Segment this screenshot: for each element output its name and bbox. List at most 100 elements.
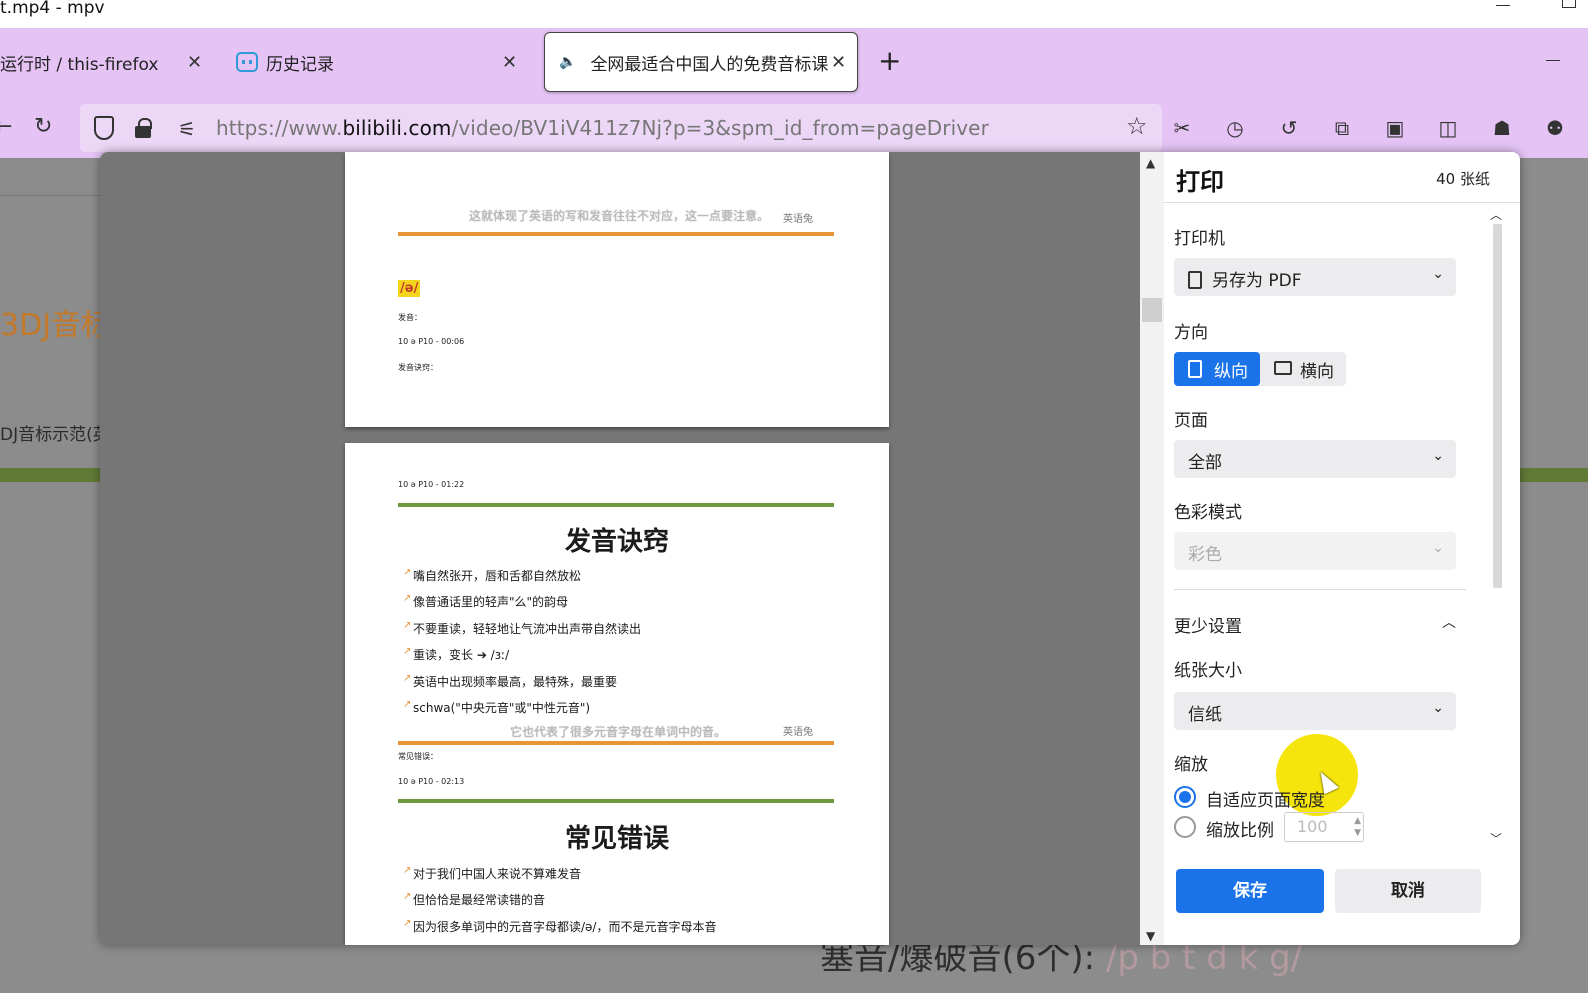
pages-select[interactable]: 全部 ⌄ xyxy=(1174,440,1456,478)
page-orange-rule xyxy=(398,232,834,236)
preview-scrollbar[interactable]: ▲ ▼ xyxy=(1140,152,1164,945)
page-schwa: /ə/ xyxy=(398,280,421,297)
chevron-down-icon: ⌄ xyxy=(1432,700,1444,716)
minimize-button[interactable] xyxy=(1496,0,1510,6)
tab-close-icon[interactable]: ✕ xyxy=(831,52,846,73)
portrait-icon xyxy=(1188,360,1202,378)
pages-label: 页面 xyxy=(1174,411,1208,431)
paper-size-label: 纸张大小 xyxy=(1174,661,1242,681)
page-green-rule xyxy=(398,799,834,803)
window-title: t.mp4 - mpv xyxy=(0,0,105,18)
bilibili-icon xyxy=(236,52,258,72)
extensions-icon[interactable]: ⧉ xyxy=(1330,116,1354,140)
page-logo: 英语兔 xyxy=(783,727,813,738)
page-bullet: schwa("中央元音"或"中性元音") xyxy=(403,699,590,716)
page-errors-label: 常见错误： xyxy=(398,752,438,761)
page-heading: 发音诀窍 xyxy=(564,527,669,557)
tab-close-icon[interactable]: ✕ xyxy=(502,52,517,73)
color-mode-select[interactable]: 彩色 ⌄ xyxy=(1174,532,1456,570)
fit-width-radio[interactable] xyxy=(1174,786,1196,808)
fit-width-label[interactable]: 自适应页面宽度 xyxy=(1206,786,1325,811)
list-all-tabs-icon[interactable] xyxy=(1546,60,1560,61)
scale-input[interactable]: 100 ▲ ▼ xyxy=(1284,812,1364,842)
print-settings-panel: 打印 40 张纸 打印机 另存为 PDF ⌄ 方向 纵向 横向 页面 全部 ⌄ … xyxy=(1164,152,1520,945)
print-preview[interactable]: 这就体现了英语的写和发音往往不对应，这一点要注意。 英语兔 /ə/ 发音： 10… xyxy=(100,152,1140,945)
scroll-up-icon[interactable]: ▲ xyxy=(1146,156,1155,170)
page-bullet: 嘴自然张开，唇和舌都自然放松 xyxy=(403,567,581,584)
scroll-down-icon[interactable]: ▼ xyxy=(1146,929,1155,943)
printer-label: 打印机 xyxy=(1174,229,1225,249)
scale-label: 缩放 xyxy=(1174,755,1208,775)
chevron-down-icon: ⌄ xyxy=(1432,540,1444,556)
page-logo: 英语兔 xyxy=(783,214,813,225)
lock-icon[interactable] xyxy=(135,118,153,138)
tracking-protection-icon[interactable] xyxy=(94,116,114,140)
screenshot-icon[interactable]: ✂ xyxy=(1170,116,1194,140)
url-bar[interactable]: ⚟ https://www.bilibili.com/video/BV1iV41… xyxy=(80,104,1162,152)
url-text[interactable]: https://www.bilibili.com/video/BV1iV411z… xyxy=(216,116,989,140)
account-icon[interactable]: ⚉ xyxy=(1543,116,1567,140)
less-settings-toggle[interactable]: 更少设置 xyxy=(1174,612,1242,637)
reload-icon[interactable]: ↻ xyxy=(34,114,52,140)
background-heading: 3DJ音标 xyxy=(0,308,112,343)
page-subtitle: 这就体现了英语的写和发音往往不对应，这一点要注意。 xyxy=(469,209,770,223)
tab-label: 运行时 / this-firefox xyxy=(0,54,159,75)
page-heading: 常见错误 xyxy=(564,824,669,854)
scroll-up-icon[interactable]: ︿ xyxy=(1490,206,1502,223)
reader-view-icon[interactable]: ◫ xyxy=(1436,116,1460,140)
permissions-icon[interactable]: ⚟ xyxy=(178,117,196,141)
scrollbar-thumb[interactable] xyxy=(1142,298,1162,322)
settings-scroll-area[interactable]: 打印机 另存为 PDF ⌄ 方向 纵向 横向 页面 全部 ⌄ 色彩模式 彩色 ⌄… xyxy=(1164,204,1520,850)
page-subtitle: 它也代表了很多元音字母在单词中的音。 xyxy=(510,725,727,739)
settings-scrollbar[interactable]: ︿ ﹀ xyxy=(1490,204,1502,850)
tab-label: 历史记录 xyxy=(266,54,334,75)
page-bullet: 像普通话里的轻声"么"的韵母 xyxy=(403,593,568,610)
page-orange-rule xyxy=(398,741,834,745)
scroll-down-icon[interactable]: ﹀ xyxy=(1490,830,1502,847)
page-timestamp: 10 ə P10 - 01:22 xyxy=(398,480,465,489)
color-mode-label: 色彩模式 xyxy=(1174,503,1242,523)
page-bullet: 但恰恰是最经常读错的音 xyxy=(403,891,545,908)
page-bullet: 对于我们中国人来说不算难发音 xyxy=(403,865,581,882)
orientation-label: 方向 xyxy=(1174,323,1208,343)
tab-runtime[interactable]: 运行时 / this-firefox ✕ xyxy=(0,33,215,91)
chevron-down-icon: ⌄ xyxy=(1432,448,1444,464)
back-icon[interactable]: ← xyxy=(0,114,12,140)
tab-close-icon[interactable]: ✕ xyxy=(187,52,202,73)
landscape-icon xyxy=(1274,361,1292,375)
scale-ratio-label[interactable]: 缩放比例 xyxy=(1206,816,1274,841)
page-bullet: 重读，变长 ➔ /ɜː/ xyxy=(403,646,509,663)
container-icon[interactable]: ▣ xyxy=(1383,116,1407,140)
portrait-button[interactable]: 纵向 xyxy=(1174,352,1260,386)
save-button[interactable]: 保存 xyxy=(1176,869,1324,913)
scale-ratio-radio[interactable] xyxy=(1174,816,1196,838)
tab-active-video[interactable]: 🔈 全网最适合中国人的免费音标课 ✕ xyxy=(544,32,858,92)
new-tab-button[interactable]: + xyxy=(878,46,901,76)
paper-size-select[interactable]: 信纸 ⌄ xyxy=(1174,692,1456,730)
preview-page: 10 ə P10 - 01:22 发音诀窍 嘴自然张开，唇和舌都自然放松 像普通… xyxy=(345,443,889,945)
scrollbar-thumb[interactable] xyxy=(1493,224,1502,588)
speaker-icon[interactable]: 🔈 xyxy=(559,54,576,70)
orientation-toggle: 纵向 横向 xyxy=(1174,352,1346,386)
page-pronounce-label: 发音： xyxy=(398,313,422,322)
cancel-button[interactable]: 取消 xyxy=(1335,869,1481,913)
tab-history[interactable]: 历史记录 ✕ xyxy=(232,33,528,91)
printer-select[interactable]: 另存为 PDF ⌄ xyxy=(1174,258,1456,296)
page-timestamp: 10 ə P10 - 02:13 xyxy=(398,777,465,786)
page-bullet: 因为很多单词中的元音字母都读/ə/，而不是元音字母本音 xyxy=(403,918,717,935)
addon-avatar-icon[interactable]: ☗ xyxy=(1490,116,1514,140)
stepper-icon[interactable]: ▲ ▼ xyxy=(1354,815,1361,839)
landscape-button[interactable]: 横向 xyxy=(1260,352,1346,386)
background-caption: DJ音标示范(英 xyxy=(0,425,110,445)
page-bullet: 不要重读，轻轻地让气流冲出声带自然读出 xyxy=(403,620,641,637)
preview-page: 这就体现了英语的写和发音往往不对应，这一点要注意。 英语兔 /ə/ 发音： 10… xyxy=(345,152,889,427)
undo-clock-icon[interactable]: ↺ xyxy=(1277,116,1301,140)
tab-strip: 运行时 / this-firefox ✕ 历史记录 ✕ 🔈 全网最适合中国人的免… xyxy=(0,28,1588,96)
bookmark-star-icon[interactable]: ☆ xyxy=(1126,112,1148,140)
sheet-count: 40 张纸 xyxy=(1436,170,1490,188)
chevron-up-icon[interactable]: ︿ xyxy=(1442,612,1456,632)
maximize-button[interactable] xyxy=(1562,0,1576,8)
history-icon[interactable]: ◷ xyxy=(1223,116,1247,140)
print-title: 打印 xyxy=(1176,168,1224,196)
print-dialog: 这就体现了英语的写和发音往往不对应，这一点要注意。 英语兔 /ə/ 发音： 10… xyxy=(100,152,1520,945)
